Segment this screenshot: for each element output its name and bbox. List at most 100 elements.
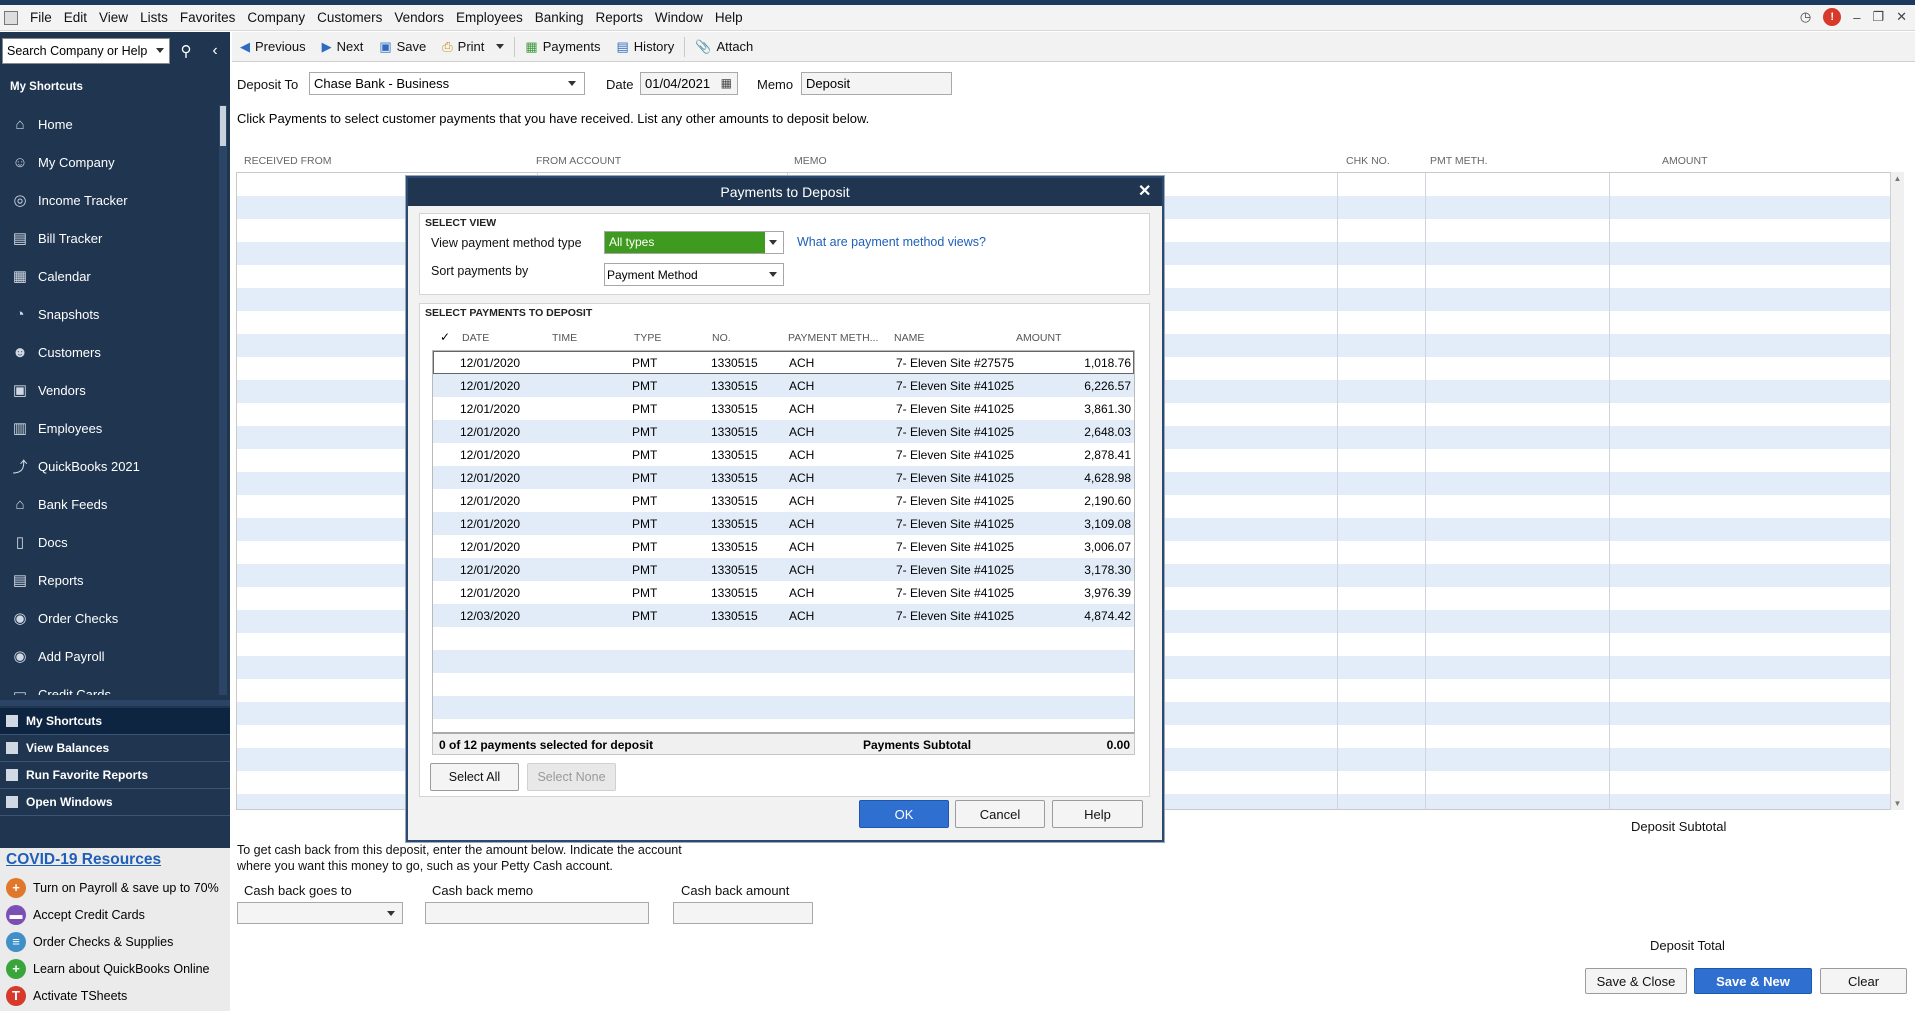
shortcut-my-company[interactable]: ☺ My Company bbox=[0, 143, 218, 181]
menu-file[interactable]: File bbox=[24, 10, 58, 25]
payment-views-help-link[interactable]: What are payment method views? bbox=[797, 235, 986, 249]
scroll-down-icon[interactable]: ▼ bbox=[1891, 799, 1904, 808]
sidebar-scrollbar[interactable] bbox=[219, 105, 227, 695]
view-type-dropdown-icon[interactable] bbox=[769, 240, 777, 245]
scroll-up-icon[interactable]: ▲ bbox=[1891, 174, 1904, 183]
cashback-amount-field[interactable] bbox=[673, 902, 813, 924]
dialog-close-icon[interactable]: ✕ bbox=[1138, 181, 1151, 201]
menu-reports[interactable]: Reports bbox=[590, 10, 649, 25]
menu-view[interactable]: View bbox=[93, 10, 134, 25]
payments-header-0[interactable]: ✓ bbox=[440, 330, 450, 344]
payment-row[interactable]: 12/01/2020 PMT 1330515 ACH 7- Eleven Site #4… bbox=[433, 374, 1134, 397]
payment-row[interactable]: 12/01/2020 PMT 1330515 ACH 7- Eleven Site #4… bbox=[433, 466, 1134, 489]
shortcut-employees[interactable]: ▥ Employees bbox=[0, 409, 218, 447]
shortcut-credit-cards[interactable]: ▭ Credit Cards bbox=[0, 675, 218, 695]
sort-dropdown-icon[interactable] bbox=[769, 272, 777, 277]
cashback-account-dropdown-icon[interactable] bbox=[387, 911, 395, 916]
grid-header-memo[interactable]: MEMO bbox=[794, 155, 827, 167]
payments-header-6[interactable]: NAME bbox=[894, 332, 924, 344]
search-dropdown-icon[interactable] bbox=[156, 48, 164, 53]
payment-row[interactable]: 12/01/2020 PMT 1330515 ACH 7- Eleven Site #4… bbox=[433, 558, 1134, 581]
minimize-icon[interactable]: – bbox=[1853, 10, 1860, 25]
shortcut-vendors[interactable]: ▣ Vendors bbox=[0, 371, 218, 409]
deposit-to-field[interactable]: Chase Bank - Business bbox=[309, 72, 585, 95]
payments-header-1[interactable]: DATE bbox=[462, 332, 489, 344]
grid-header-received-from[interactable]: RECEIVED FROM bbox=[244, 155, 332, 167]
shortcut-customers[interactable]: ☻ Customers bbox=[0, 333, 218, 371]
shortcut-home[interactable]: ⌂ Home bbox=[0, 105, 218, 143]
system-menu-icon[interactable] bbox=[4, 10, 18, 25]
sort-dropdown[interactable]: Payment Method bbox=[604, 263, 784, 286]
payment-row[interactable]: 12/01/2020 PMT 1330515 ACH 7- Eleven Site #4… bbox=[433, 489, 1134, 512]
save-new-button[interactable]: Save & New bbox=[1694, 968, 1812, 994]
menu-banking[interactable]: Banking bbox=[529, 10, 590, 25]
payment-row[interactable]: 12/01/2020 PMT 1330515 ACH 7- Eleven Site #2… bbox=[433, 351, 1134, 374]
section-run-favorite-reports[interactable]: Run Favorite Reports bbox=[0, 762, 230, 789]
restore-icon[interactable]: ❐ bbox=[1872, 9, 1884, 25]
save-close-button[interactable]: Save & Close bbox=[1585, 968, 1687, 994]
alert-icon[interactable]: ! bbox=[1823, 8, 1842, 26]
payment-row[interactable]: 12/01/2020 PMT 1330515 ACH 7- Eleven Site #4… bbox=[433, 443, 1134, 466]
menu-customers[interactable]: Customers bbox=[311, 10, 388, 25]
memo-field[interactable]: Deposit bbox=[801, 72, 952, 95]
payments-button[interactable]: ▦ Payments bbox=[517, 39, 608, 55]
menu-vendors[interactable]: Vendors bbox=[388, 10, 450, 25]
payment-row[interactable]: 12/01/2020 PMT 1330515 ACH 7- Eleven Site #4… bbox=[433, 535, 1134, 558]
payments-header-7[interactable]: AMOUNT bbox=[1016, 332, 1062, 344]
cashback-account-field[interactable] bbox=[237, 902, 403, 924]
covid-item[interactable]: ▬ Accept Credit Cards bbox=[0, 901, 230, 928]
shortcut-order-checks[interactable]: ◉ Order Checks bbox=[0, 599, 218, 637]
shortcut-docs[interactable]: ▯ Docs bbox=[0, 523, 218, 561]
previous-button[interactable]: ◀ Previous bbox=[232, 39, 314, 55]
shortcut-snapshots[interactable]: ◔ Snapshots bbox=[0, 295, 218, 333]
close-icon[interactable]: ✕ bbox=[1896, 9, 1907, 25]
date-field[interactable]: 01/04/2021 ▦ bbox=[640, 72, 738, 95]
help-button[interactable]: Help bbox=[1052, 800, 1143, 828]
covid-item[interactable]: + Turn on Payroll & save up to 70% bbox=[0, 874, 230, 901]
menu-favorites[interactable]: Favorites bbox=[174, 10, 242, 25]
history-button[interactable]: ▤ History bbox=[609, 39, 683, 55]
view-type-dropdown[interactable]: All types bbox=[604, 231, 784, 254]
payments-header-2[interactable]: TIME bbox=[552, 332, 577, 344]
print-dropdown-icon[interactable] bbox=[496, 44, 505, 49]
deposit-to-dropdown-icon[interactable] bbox=[568, 81, 576, 86]
shortcut-income-tracker[interactable]: ◎ Income Tracker bbox=[0, 181, 218, 219]
covid-item[interactable]: + Learn about QuickBooks Online bbox=[0, 955, 230, 982]
select-all-button[interactable]: Select All bbox=[430, 763, 519, 791]
grid-header-amount[interactable]: AMOUNT bbox=[1662, 155, 1708, 167]
print-button[interactable]: ⎙ Print bbox=[434, 39, 512, 55]
payment-row[interactable]: 12/03/2020 PMT 1330515 ACH 7- Eleven Site #4… bbox=[433, 604, 1134, 627]
grid-header-from-account[interactable]: FROM ACCOUNT bbox=[536, 155, 621, 167]
search-input[interactable] bbox=[2, 38, 170, 64]
shortcut-add-payroll[interactable]: ◉ Add Payroll bbox=[0, 637, 218, 675]
shortcut-bank-feeds[interactable]: ⌂ Bank Feeds bbox=[0, 485, 218, 523]
save-button[interactable]: ▣ Save bbox=[371, 39, 434, 55]
section-my-shortcuts[interactable]: My Shortcuts bbox=[0, 708, 230, 735]
shortcut-quickbooks-2021[interactable]: ⤴ QuickBooks 2021 bbox=[0, 447, 218, 485]
sidebar-scroll-thumb[interactable] bbox=[220, 106, 226, 146]
section-open-windows[interactable]: Open Windows bbox=[0, 789, 230, 816]
cashback-memo-field[interactable] bbox=[425, 902, 649, 924]
shortcut-calendar[interactable]: ▦ Calendar bbox=[0, 257, 218, 295]
payment-row[interactable]: 12/01/2020 PMT 1330515 ACH 7- Eleven Site #4… bbox=[433, 512, 1134, 535]
payments-header-5[interactable]: PAYMENT METH... bbox=[788, 332, 878, 344]
shortcut-bill-tracker[interactable]: ▤ Bill Tracker bbox=[0, 219, 218, 257]
menu-edit[interactable]: Edit bbox=[58, 10, 93, 25]
covid-item[interactable]: ≡ Order Checks & Supplies bbox=[0, 928, 230, 955]
select-none-button[interactable]: Select None bbox=[527, 763, 616, 791]
menu-employees[interactable]: Employees bbox=[450, 10, 529, 25]
payment-row[interactable]: 12/01/2020 PMT 1330515 ACH 7- Eleven Site #4… bbox=[433, 581, 1134, 604]
covid-title[interactable]: COVID-19 Resources bbox=[6, 851, 161, 869]
payments-header-4[interactable]: NO. bbox=[712, 332, 731, 344]
calendar-icon[interactable]: ▦ bbox=[721, 76, 732, 90]
grid-header-pmt-meth-[interactable]: PMT METH. bbox=[1430, 155, 1488, 167]
clock-icon[interactable]: ◷ bbox=[1800, 9, 1811, 25]
grid-header-chk-no-[interactable]: CHK NO. bbox=[1346, 155, 1390, 167]
payments-header-3[interactable]: TYPE bbox=[634, 332, 661, 344]
menu-company[interactable]: Company bbox=[241, 10, 311, 25]
sidebar-resize-handle[interactable] bbox=[0, 700, 230, 706]
next-button[interactable]: ▶ Next bbox=[314, 39, 372, 55]
deposit-grid-scrollbar[interactable]: ▲ ▼ bbox=[1890, 172, 1904, 810]
payment-row[interactable]: 12/01/2020 PMT 1330515 ACH 7- Eleven Site #4… bbox=[433, 397, 1134, 420]
menu-lists[interactable]: Lists bbox=[134, 10, 174, 25]
